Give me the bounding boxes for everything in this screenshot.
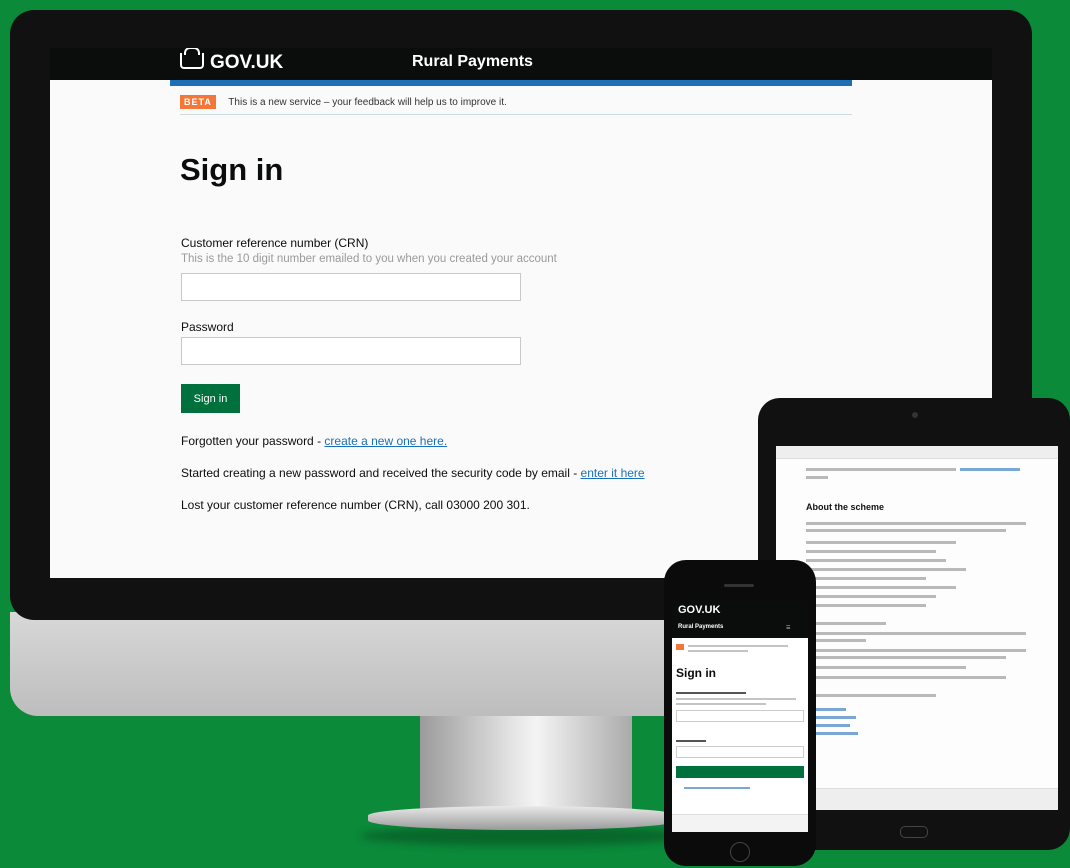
monitor-stand-foot — [368, 806, 678, 830]
tablet-home-button[interactable] — [900, 826, 928, 838]
crn-input[interactable] — [181, 273, 521, 301]
phone-crn-input[interactable] — [676, 710, 804, 722]
tablet-camera — [912, 412, 918, 418]
crn-label: Customer reference number (CRN) — [181, 236, 369, 250]
phone-beta-tag — [676, 644, 684, 650]
crown-icon — [180, 48, 204, 69]
govuk-logo[interactable]: GOV.UK — [180, 48, 283, 74]
phone-speaker — [724, 584, 754, 587]
header-blue-bar — [170, 80, 852, 86]
monitor-stand-neck — [420, 714, 632, 810]
beta-banner: BETA This is a new service – your feedba… — [180, 92, 852, 115]
phone-header: GOV.UK Rural Payments ☰ — [672, 600, 808, 638]
phone-home-button[interactable] — [730, 842, 750, 862]
tablet-screen: About the scheme — [776, 446, 1058, 810]
phone-sign-in-button[interactable] — [676, 766, 804, 778]
page-title: Sign in — [180, 152, 284, 187]
forgotten-password-text: Forgotten your password - create a new o… — [181, 434, 448, 448]
phone-password-input[interactable] — [676, 746, 804, 758]
phone-footer — [672, 814, 808, 832]
beta-tag: BETA — [180, 95, 216, 109]
phone-page-title: Sign in — [676, 666, 716, 680]
phone-menu-icon[interactable]: ☰ — [786, 625, 790, 631]
sign-in-button[interactable]: Sign in — [181, 384, 240, 413]
phone-govuk-logo[interactable]: GOV.UK — [678, 604, 720, 616]
tablet-address-bar[interactable] — [776, 446, 1058, 459]
govuk-header: GOV.UK Rural Payments — [50, 48, 992, 80]
password-input[interactable] — [181, 337, 521, 365]
password-label: Password — [181, 320, 234, 334]
lost-crn-text: Lost your customer reference number (CRN… — [181, 498, 530, 512]
beta-text: This is a new service – your feedback wi… — [228, 97, 507, 108]
service-name[interactable]: Rural Payments — [412, 53, 533, 71]
tablet-section-title: About the scheme — [806, 502, 885, 512]
create-password-link[interactable]: create a new one here. — [324, 434, 447, 448]
security-code-text: Started creating a new password and rece… — [181, 466, 645, 480]
phone-service-name[interactable]: Rural Payments — [678, 624, 723, 630]
enter-code-link[interactable]: enter it here — [581, 466, 645, 480]
phone-screen: GOV.UK Rural Payments ☰ Sign in — [672, 600, 808, 832]
crn-hint: This is the 10 digit number emailed to y… — [181, 253, 557, 265]
